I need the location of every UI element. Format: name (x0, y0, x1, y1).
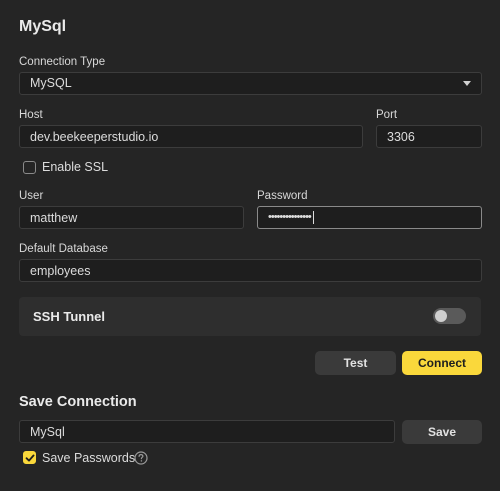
save-button[interactable]: Save (402, 420, 482, 444)
connection-type-value: MySQL (30, 76, 72, 90)
connection-type-select[interactable]: MySQL (19, 72, 482, 95)
chevron-down-icon (463, 81, 471, 86)
connection-name-input[interactable] (19, 420, 395, 443)
ssh-tunnel-panel: SSH Tunnel (19, 297, 481, 336)
enable-ssl-checkbox[interactable] (23, 161, 36, 174)
host-label: Host (19, 109, 43, 121)
ssh-tunnel-label: SSH Tunnel (33, 309, 105, 324)
host-input[interactable] (19, 125, 363, 148)
default-database-input[interactable] (19, 259, 482, 282)
ssh-tunnel-toggle[interactable] (433, 308, 466, 324)
save-connection-title: Save Connection (19, 394, 137, 410)
enable-ssl-label: Enable SSL (42, 160, 109, 174)
test-button[interactable]: Test (315, 351, 396, 375)
save-passwords-label: Save Passwords (42, 451, 136, 465)
question-circle-icon[interactable] (134, 451, 148, 465)
toggle-knob (435, 310, 447, 322)
port-input[interactable] (376, 125, 482, 148)
password-value: ••••••••••••••• (268, 211, 312, 223)
checkmark-icon (25, 454, 34, 461)
port-label: Port (376, 109, 398, 121)
user-input[interactable] (19, 206, 244, 229)
user-label: User (19, 190, 44, 202)
password-label: Password (257, 190, 308, 202)
save-passwords-checkbox[interactable] (23, 451, 36, 464)
default-database-label: Default Database (19, 243, 108, 255)
connect-button[interactable]: Connect (402, 351, 482, 375)
connection-type-label: Connection Type (19, 56, 106, 68)
connection-title: MySql (19, 18, 67, 35)
password-input[interactable]: ••••••••••••••• (257, 206, 482, 229)
text-cursor (312, 210, 314, 224)
